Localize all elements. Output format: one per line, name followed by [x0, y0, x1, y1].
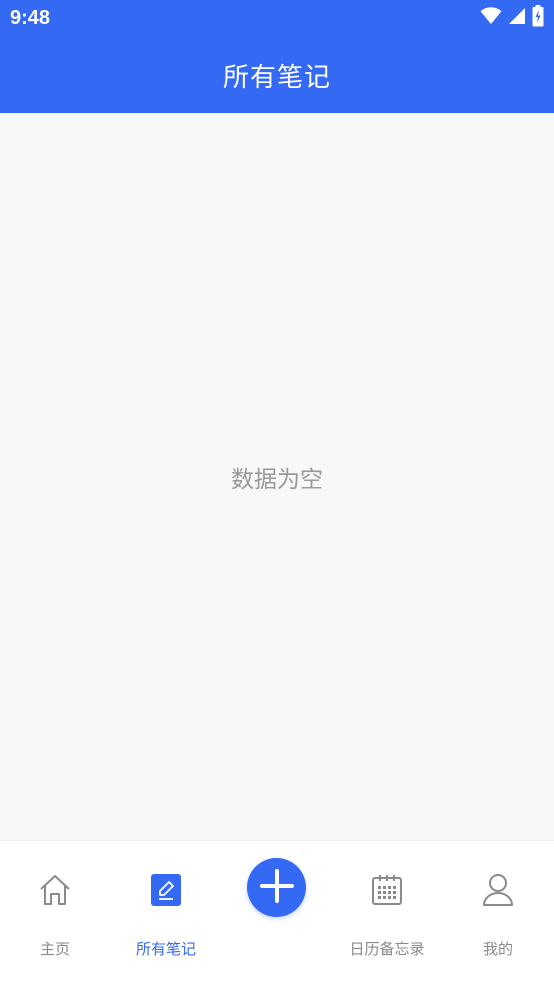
notes-list-area: 数据为空 [0, 113, 554, 840]
status-bar: 9:48 [0, 0, 554, 38]
nav-item-all-notes[interactable]: 所有笔记 [111, 841, 221, 986]
wifi-icon [480, 7, 502, 29]
bottom-navigation: 主页 所有笔记 日历备忘录 我的 [0, 840, 554, 986]
empty-state-message: 数据为空 [231, 466, 323, 493]
nav-item-me[interactable]: 我的 [443, 841, 553, 986]
calendar-icon [368, 871, 406, 909]
status-icons [480, 5, 544, 31]
nav-label-home: 主页 [39, 940, 70, 958]
nav-item-calendar-memo[interactable]: 日历备忘录 [332, 841, 442, 986]
edit-note-icon [147, 871, 185, 909]
status-time: 9:48 [10, 7, 51, 29]
add-icon [259, 868, 294, 907]
home-icon [36, 871, 74, 909]
nav-item-home[interactable]: 主页 [0, 841, 110, 986]
add-note-button[interactable] [247, 858, 306, 917]
nav-label-all-notes: 所有笔记 [135, 940, 196, 958]
app-bar: 所有笔记 [0, 38, 554, 113]
user-icon [479, 871, 517, 909]
signal-icon [508, 7, 526, 29]
nav-label-me: 我的 [482, 940, 513, 958]
battery-charging-icon [532, 5, 544, 31]
nav-label-calendar-memo: 日历备忘录 [349, 940, 425, 958]
page-title: 所有笔记 [222, 63, 331, 93]
